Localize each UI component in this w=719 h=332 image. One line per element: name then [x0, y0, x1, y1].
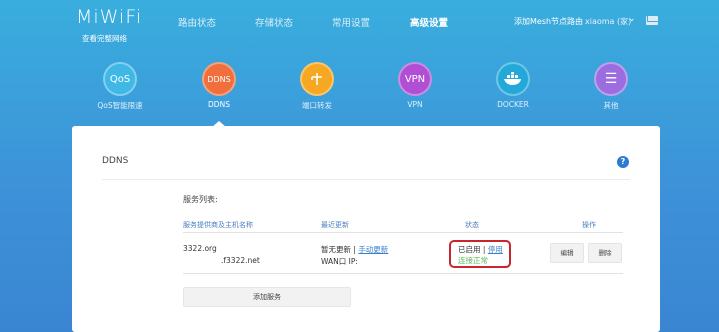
- view-full-network-link[interactable]: 查看完整网络: [82, 33, 127, 44]
- feature-label: 其他: [603, 101, 619, 110]
- nav-storage-status[interactable]: 存储状态: [255, 15, 293, 29]
- help-icon[interactable]: ?: [617, 156, 629, 168]
- user-menu[interactable]: xiaoma (家): [585, 16, 631, 27]
- vpn-icon: VPN: [398, 62, 432, 96]
- feature-vpn[interactable]: VPN VPN: [370, 62, 460, 109]
- column-header-status: 状态: [465, 221, 479, 229]
- chevron-down-icon[interactable]: ⌄: [628, 14, 636, 24]
- feature-label: DDNS: [208, 100, 230, 109]
- miwifi-logo[interactable]: MiWiFi: [76, 6, 142, 28]
- delete-button[interactable]: 删除: [588, 243, 622, 263]
- column-header-actions: 操作: [582, 221, 596, 229]
- ddns-panel: DDNS ? 服务列表: 服务提供商及主机名称 最近更新 状态 操作 3322.…: [72, 126, 660, 332]
- top-header: MiWiFi 查看完整网络 路由状态 存储状态 常用设置 高级设置 添加Mesh…: [0, 0, 719, 58]
- no-update-text: 暂无更新: [321, 245, 351, 254]
- disable-link[interactable]: 停用: [488, 245, 503, 254]
- feature-port-forwarding[interactable]: 端口转发: [272, 62, 362, 111]
- status-cell: 已启用 | 停用: [458, 244, 503, 255]
- nav-advanced-settings[interactable]: 高级设置: [410, 15, 448, 29]
- feature-label: DOCKER: [497, 100, 529, 109]
- menu-icon: ☰: [594, 62, 628, 96]
- feature-label: 端口转发: [302, 101, 332, 110]
- port-forward-icon: [300, 62, 334, 96]
- edit-button[interactable]: 编辑: [550, 243, 584, 263]
- divider: [102, 179, 630, 180]
- feature-label: QoS智能限速: [97, 101, 143, 110]
- last-update-cell: 暂无更新 | 手动更新: [321, 244, 388, 255]
- host-name: .f3322.net: [221, 256, 260, 265]
- add-mesh-node-link[interactable]: 添加Mesh节点路由: [514, 16, 583, 27]
- provider-name: 3322.org: [183, 244, 217, 253]
- manual-update-link[interactable]: 手动更新: [358, 245, 388, 254]
- panel-title: DDNS: [102, 156, 129, 166]
- ddns-icon: DDNS: [202, 62, 236, 96]
- connection-status: 连接正常: [458, 256, 488, 265]
- nav-common-settings[interactable]: 常用设置: [332, 15, 370, 29]
- add-service-button[interactable]: 添加服务: [183, 287, 351, 307]
- nav-router-status[interactable]: 路由状态: [178, 15, 216, 29]
- feature-label: VPN: [407, 100, 423, 109]
- column-header-last-update: 最近更新: [321, 221, 349, 229]
- enabled-text: 已启用: [458, 245, 481, 254]
- feature-qos[interactable]: QoS QoS智能限速: [75, 62, 165, 111]
- row-divider: [183, 273, 623, 274]
- mail-icon[interactable]: [646, 16, 658, 25]
- docker-whale-icon: [496, 62, 530, 96]
- feature-ddns[interactable]: DDNS DDNS: [174, 62, 264, 109]
- service-list-label: 服务列表:: [183, 195, 218, 204]
- header-divider: [183, 232, 623, 233]
- qos-icon: QoS: [103, 62, 137, 96]
- feature-docker[interactable]: DOCKER: [468, 62, 558, 109]
- column-header-provider: 服务提供商及主机名称: [183, 221, 253, 229]
- wan-ip-label: WAN口 IP:: [321, 257, 358, 266]
- feature-other[interactable]: ☰ 其他: [566, 62, 656, 111]
